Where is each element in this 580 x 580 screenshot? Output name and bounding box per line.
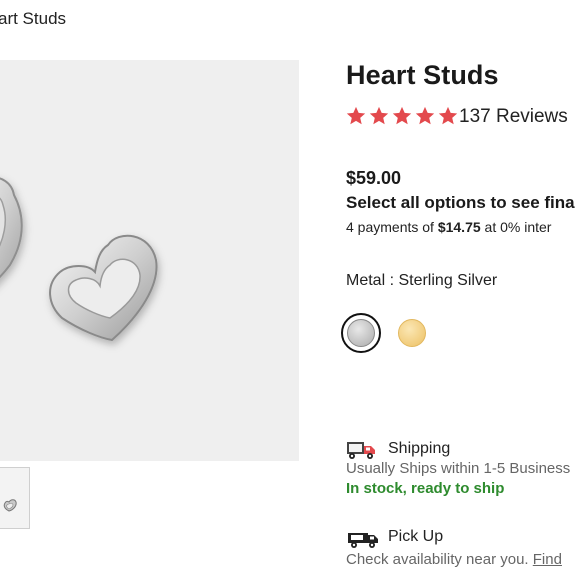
- pickup-van-icon: [346, 529, 380, 549]
- thumbnail-image[interactable]: [0, 467, 30, 529]
- installment-suffix: at 0% inter: [480, 219, 552, 235]
- installment-amount: $14.75: [437, 219, 481, 235]
- shipping-subtitle: Usually Ships within 1-5 Business: [346, 460, 571, 477]
- metal-label: Metal : Sterling Silver: [346, 272, 498, 289]
- pickup-subtitle: Check availability near you. Find: [346, 551, 562, 568]
- star-rating[interactable]: [345, 105, 459, 129]
- product-image[interactable]: [0, 60, 299, 461]
- star-icon: [415, 106, 435, 125]
- star-icon: [369, 106, 389, 125]
- silver-swatch-fill: [347, 319, 375, 347]
- installment-info: 4 payments of $14.75 at 0% inter: [346, 219, 551, 235]
- pickup-subtitle-text: Check availability near you.: [346, 551, 533, 568]
- stock-status: In stock, ready to ship: [346, 480, 505, 497]
- reviews-link[interactable]: 137 Reviews: [459, 106, 568, 128]
- star-icon: [346, 106, 366, 125]
- select-options-message: Select all options to see fina: [346, 193, 575, 212]
- shipping-title: Shipping: [388, 440, 451, 457]
- heart-earrings-image: [0, 177, 158, 342]
- pickup-title: Pick Up: [388, 528, 444, 545]
- installment-prefix: 4 payments of: [346, 219, 438, 235]
- shipping-truck-icon: [346, 439, 378, 461]
- product-title: Heart Studs: [346, 60, 499, 90]
- star-icon: [438, 106, 458, 125]
- price: $59.00: [346, 168, 402, 188]
- star-icon: [392, 106, 412, 125]
- breadcrumb[interactable]: art Studs: [0, 9, 66, 29]
- swatch-gold[interactable]: [398, 319, 426, 347]
- find-store-link[interactable]: Find: [533, 551, 562, 568]
- swatch-sterling-silver[interactable]: [341, 313, 381, 353]
